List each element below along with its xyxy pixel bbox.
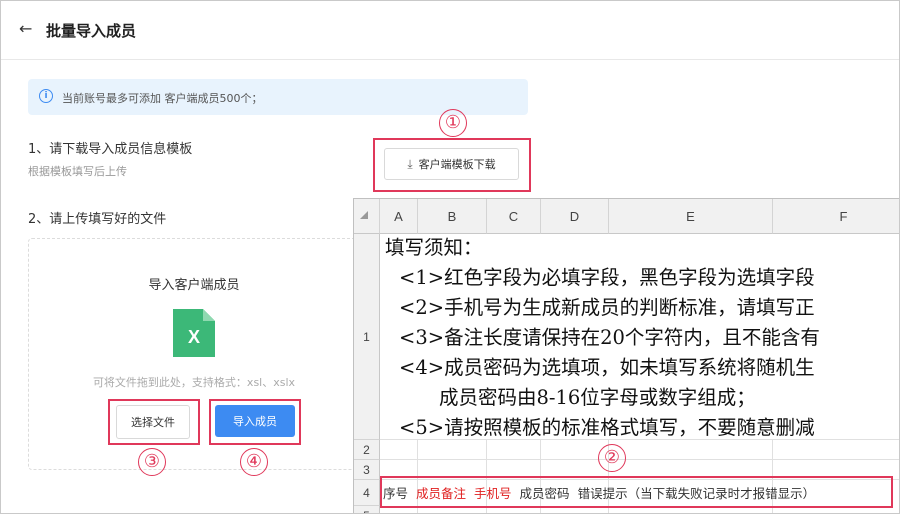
- instruction-line: <4>成员密码为选填项，如未填写系统将随机生: [399, 356, 815, 379]
- step1-label: 1、请下载导入成员信息模板: [28, 142, 193, 157]
- upload-title: 导入客户端成员: [148, 278, 240, 293]
- column-header-e: E: [609, 199, 773, 234]
- step2-label: 2、请上传填写好的文件: [28, 212, 167, 227]
- instruction-line: <5>请按照模板的标准格式填写，不要随意删减: [399, 416, 815, 439]
- row-header-4: 4: [354, 480, 380, 506]
- excel-file-icon: X: [173, 309, 215, 357]
- back-arrow-icon[interactable]: ←: [19, 19, 32, 38]
- info-icon: i: [39, 89, 53, 103]
- instruction-line: 成员密码由8-16位字母或数字组成；: [439, 386, 756, 409]
- step1-subtext: 根据模板填写后上传: [28, 165, 127, 178]
- marker-3: ③: [138, 448, 166, 476]
- row-header-1: 1: [354, 234, 380, 440]
- highlight-box-select: [108, 399, 200, 445]
- marker-2: ②: [598, 444, 626, 472]
- gridline: [380, 459, 899, 460]
- column-header-d: D: [541, 199, 609, 234]
- highlight-box-import: [209, 399, 301, 445]
- marker-4: ④: [240, 448, 268, 476]
- page-frame: ← 批量导入成员 i 当前账号最多可添加 客户端成员500个； 1、请下载导入成…: [0, 0, 900, 514]
- column-header-f: F: [773, 199, 899, 234]
- sheet-corner: [354, 199, 380, 234]
- marker-1: ①: [439, 109, 467, 137]
- instruction-line: <3>备注长度请保持在20个字符内，且不能含有: [399, 326, 820, 349]
- row-header-3: 3: [354, 460, 380, 480]
- column-header-c: C: [487, 199, 541, 234]
- instructions-heading: 填写须知：: [385, 236, 483, 259]
- select-all-triangle-icon: [360, 211, 368, 219]
- excel-file-letter: X: [188, 327, 200, 347]
- instruction-line: <1>红色字段为必填字段，黑色字段为选填字段: [399, 266, 815, 289]
- instruction-line: <2>手机号为生成新成员的判断标准，请填写正: [399, 296, 815, 319]
- page-title: 批量导入成员: [46, 22, 137, 40]
- column-header-a: A: [380, 199, 418, 234]
- column-header-b: B: [418, 199, 487, 234]
- highlight-box-template-header: [380, 476, 893, 508]
- template-spreadsheet-preview: A B C D E F 1 2 3 4 5 填写须知： <1>红色字段为必填字段…: [353, 198, 899, 513]
- alert-text: 当前账号最多可添加 客户端成员500个；: [62, 92, 263, 105]
- row-header-2: 2: [354, 440, 380, 460]
- highlight-box-download: [373, 138, 531, 192]
- upload-hint: 可将文件拖到此处，支持格式：xsl、xslx: [92, 376, 296, 389]
- instructions-cell: 填写须知： <1>红色字段为必填字段，黑色字段为选填字段 <2>手机号为生成新成…: [385, 233, 899, 443]
- page-header: ← 批量导入成员: [1, 1, 899, 60]
- row-header-5: 5: [354, 506, 380, 513]
